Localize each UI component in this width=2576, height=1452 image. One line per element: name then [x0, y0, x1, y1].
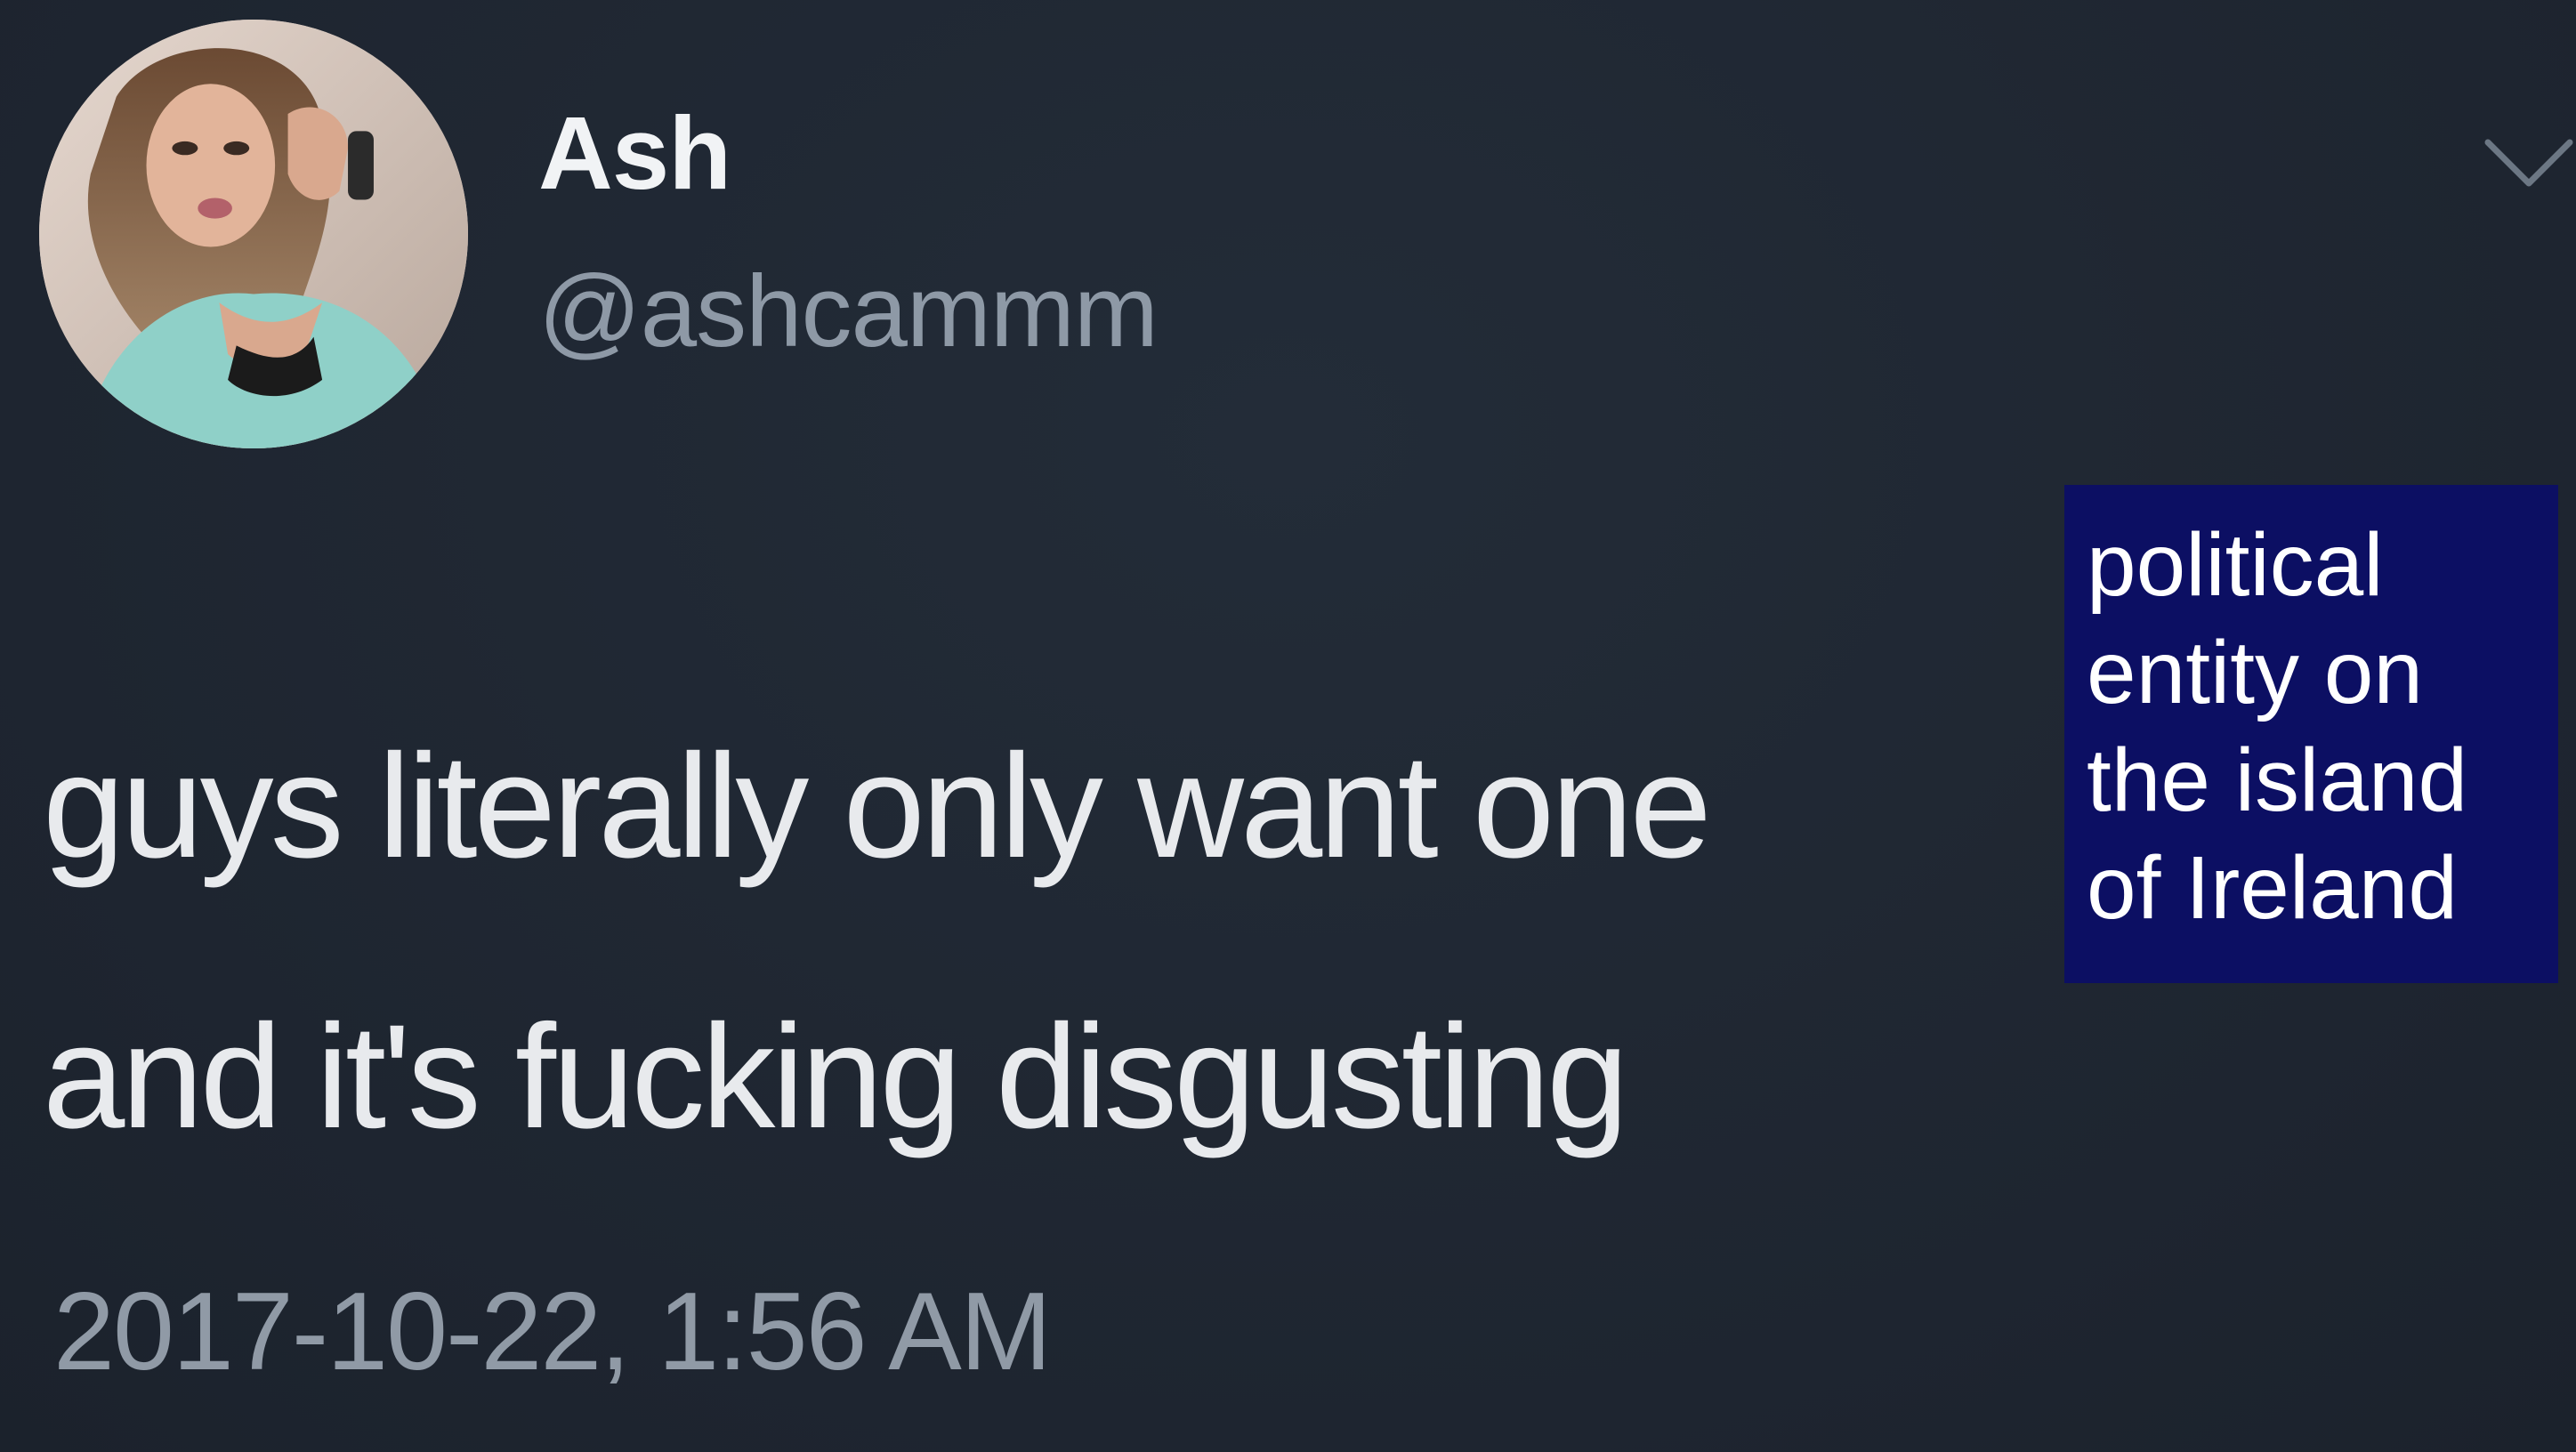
overlay-label-line: political	[2087, 515, 2384, 615]
chevron-down-icon[interactable]	[2483, 133, 2576, 196]
overlay-label: political entity on the island of Irelan…	[2064, 485, 2558, 983]
tweet-timestamp[interactable]: 2017-10-22, 1:56 AM	[53, 1277, 1052, 1387]
profile-photo-icon	[39, 20, 468, 448]
tweet-header: Ash @ashcammm	[36, 20, 2527, 448]
overlay-label-line: of Ireland	[2087, 838, 2458, 938]
tweet-screen: Ash @ashcammm guys literally only want o…	[0, 0, 2576, 1452]
avatar[interactable]	[39, 20, 468, 448]
tweet-text-line: guys literally only want one	[43, 724, 1712, 889]
overlay-label-line: entity on	[2087, 623, 2424, 722]
tweet-text-line: and it's fucking disgusting	[43, 995, 1628, 1159]
overlay-label-line: the island	[2087, 730, 2468, 830]
author-handle[interactable]: @ashcammm	[538, 262, 1159, 363]
author-display-name[interactable]: Ash	[538, 101, 731, 205]
tweet-text: guys literally only want one and it's fu…	[43, 672, 2054, 1213]
